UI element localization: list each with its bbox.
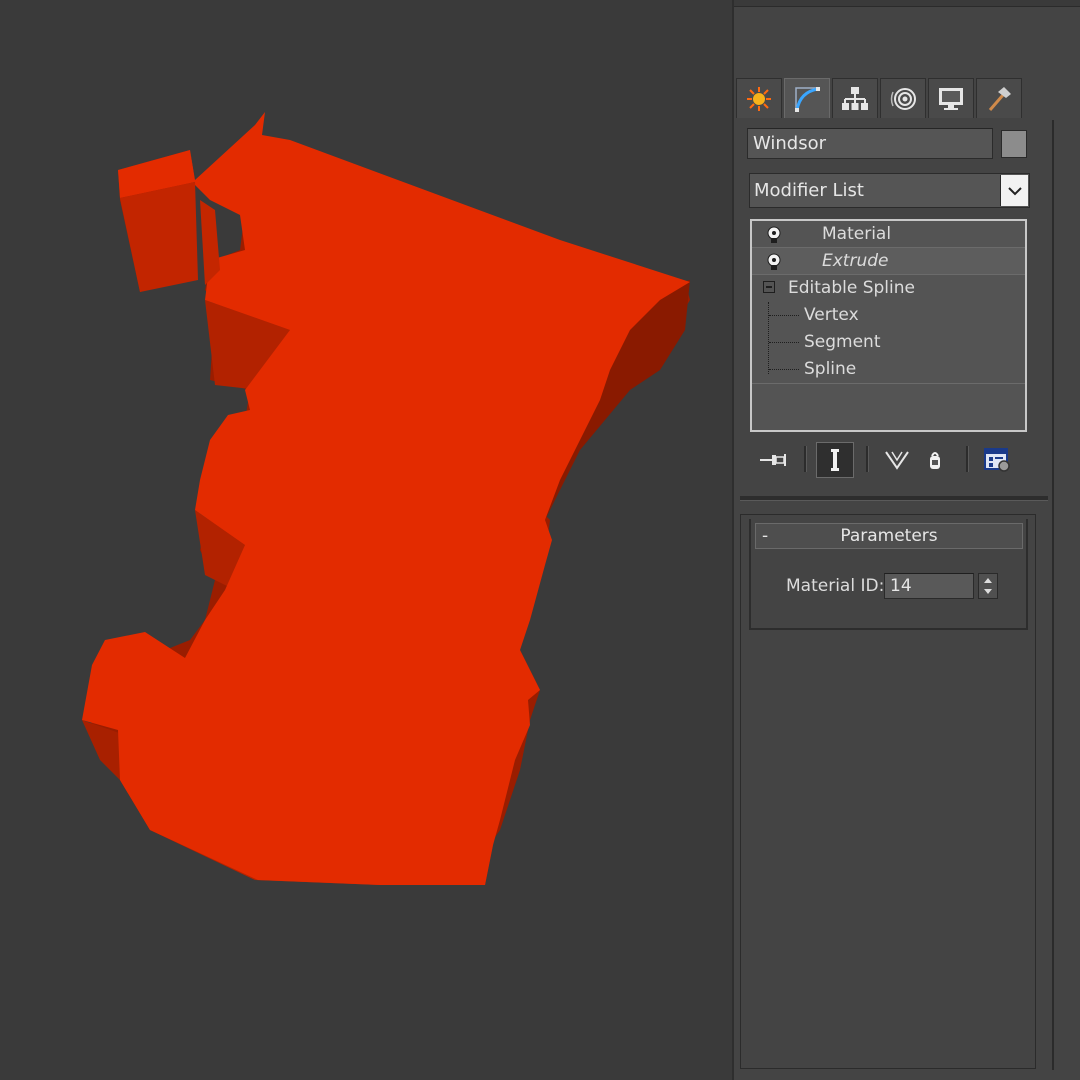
modify-tab[interactable] — [784, 78, 830, 118]
make-unique-icon — [885, 451, 909, 470]
material-id-input[interactable]: 14 — [884, 573, 974, 599]
tree-branch — [769, 342, 799, 343]
stack-separator — [752, 383, 1025, 384]
sub-object-label: Vertex — [804, 305, 859, 325]
panel-divider[interactable] — [740, 496, 1048, 501]
chevron-down-icon[interactable] — [1000, 175, 1028, 206]
configure-modifier-sets-button[interactable] — [978, 442, 1016, 478]
stack-item-editable-spline[interactable]: Editable Spline — [752, 275, 1025, 302]
panel-scrollbar[interactable] — [1052, 120, 1080, 1070]
stack-item-material[interactable]: Material — [752, 221, 1025, 248]
spinner-down-icon[interactable] — [984, 589, 992, 594]
tree-branch — [769, 315, 799, 316]
stack-item-label: Extrude — [822, 251, 889, 271]
tree-branch — [769, 369, 799, 370]
remove-modifier-button[interactable] — [916, 442, 954, 478]
modifier-stack[interactable]: Material Extrude Editable Spline Vertex … — [750, 219, 1027, 432]
modifier-list-dropdown[interactable]: Modifier List — [749, 173, 1030, 208]
utilities-tab[interactable] — [976, 78, 1022, 118]
sub-object-label: Spline — [804, 359, 857, 379]
material-id-spinner[interactable] — [978, 573, 998, 599]
motion-tab[interactable] — [880, 78, 926, 118]
command-panel-tabs — [736, 78, 1024, 118]
sun-icon — [747, 86, 771, 111]
extruded-shape-render[interactable] — [0, 0, 732, 1080]
toolbar-separator — [804, 446, 807, 472]
hierarchy-tab[interactable] — [832, 78, 878, 118]
shape-inner-fold — [200, 200, 220, 285]
perspective-viewport[interactable] — [0, 0, 732, 1080]
modifier-list-label: Modifier List — [754, 180, 864, 201]
hammer-icon — [988, 86, 1011, 111]
collapse-toggle-icon[interactable] — [763, 281, 775, 293]
stack-toolbar — [750, 442, 1030, 478]
parameters-rollout-header[interactable]: - Parameters — [755, 523, 1023, 549]
hierarchy-icon — [842, 86, 868, 110]
display-monitor-icon — [939, 87, 963, 110]
configure-icon — [984, 448, 1010, 472]
modify-arc-icon — [795, 86, 820, 112]
parameters-title: Parameters — [840, 526, 938, 546]
sub-object-label: Segment — [804, 332, 881, 352]
panel-top-bar — [734, 0, 1080, 7]
material-id-label: Material ID: — [786, 576, 885, 596]
stack-item-label: Editable Spline — [788, 278, 915, 298]
sub-object-vertex[interactable]: Vertex — [752, 302, 1025, 329]
pin-stack-button[interactable] — [754, 442, 792, 478]
make-unique-button[interactable] — [878, 442, 916, 478]
toolbar-separator — [966, 446, 969, 472]
lightbulb-icon[interactable] — [766, 226, 782, 244]
sub-object-spline[interactable]: Spline — [752, 356, 1025, 383]
end-result-icon — [831, 449, 839, 471]
stack-item-extrude[interactable]: Extrude — [752, 248, 1025, 275]
lightbulb-icon[interactable] — [766, 253, 782, 271]
shape-left-block-front — [120, 182, 198, 292]
object-name-field[interactable]: Windsor — [747, 128, 993, 159]
spinner-up-icon[interactable] — [984, 578, 992, 583]
pin-icon — [760, 454, 786, 466]
object-color-swatch[interactable] — [1001, 130, 1027, 158]
toolbar-separator — [866, 446, 869, 472]
display-tab[interactable] — [928, 78, 974, 118]
trash-icon — [930, 452, 940, 469]
stack-item-label: Material — [822, 224, 892, 244]
show-end-result-button[interactable] — [816, 442, 854, 478]
sub-object-segment[interactable]: Segment — [752, 329, 1025, 356]
create-tab[interactable] — [736, 78, 782, 118]
collapse-glyph: - — [762, 526, 769, 546]
motion-icon — [890, 87, 916, 110]
